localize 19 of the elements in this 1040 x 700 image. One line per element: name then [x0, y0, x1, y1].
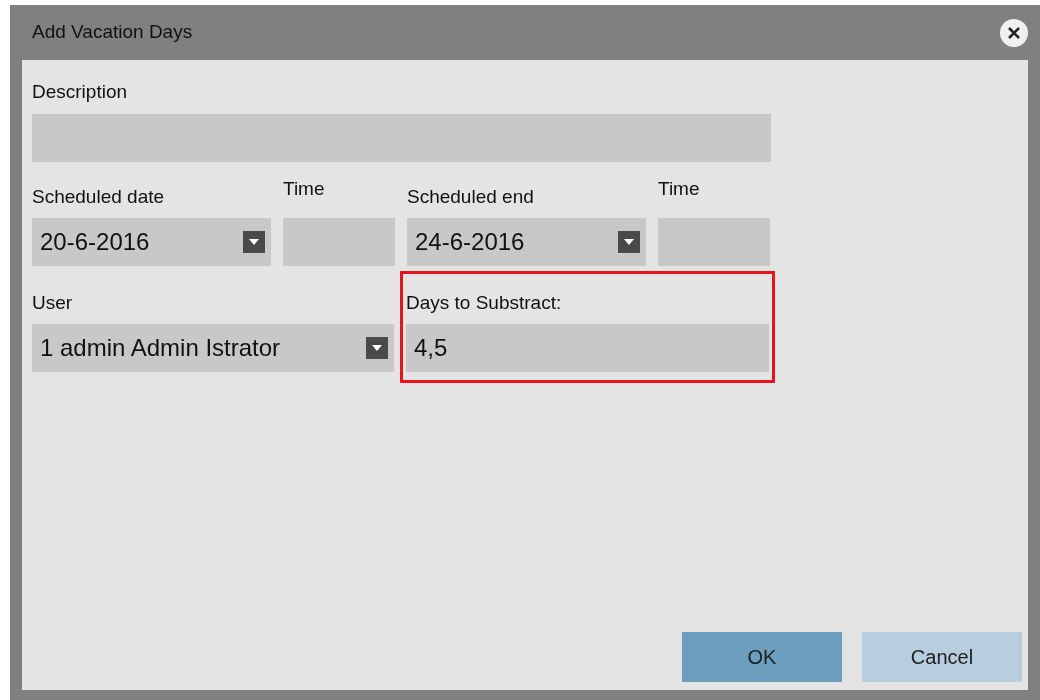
field-label: Time — [283, 178, 325, 199]
window-title: Add Vacation Days — [32, 20, 193, 45]
close-icon — [1008, 26, 1020, 39]
dropdown-field[interactable]: 24-6-2016 — [407, 218, 646, 266]
field-label: Days to Substract: — [406, 293, 562, 312]
field-label: Time — [658, 178, 700, 199]
input-field[interactable]: 4,5 — [406, 324, 769, 372]
input-field[interactable] — [283, 218, 395, 266]
close-button[interactable] — [1000, 18, 1028, 47]
field-label: User — [32, 293, 73, 312]
dropdown-field[interactable]: 20-6-2016 — [32, 218, 271, 266]
dialog-button[interactable]: OK — [682, 632, 842, 682]
field-label: Description — [32, 82, 129, 101]
field-label: Scheduled date — [32, 187, 165, 206]
dialog-button[interactable]: Cancel — [862, 632, 1022, 682]
field-label: Scheduled end — [407, 187, 534, 206]
input-field[interactable] — [658, 218, 770, 266]
dropdown-field[interactable]: 1 admin Admin Istrator — [32, 324, 394, 372]
input-field[interactable] — [32, 114, 771, 162]
